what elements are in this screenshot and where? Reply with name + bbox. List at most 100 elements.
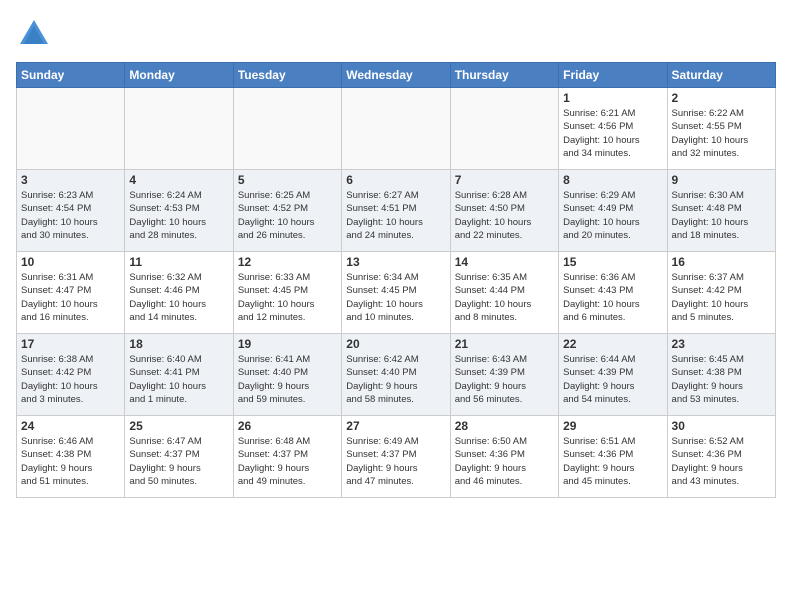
calendar-cell: 7 Sunrise: 6:28 AMSunset: 4:50 PMDaylight… bbox=[450, 170, 558, 252]
day-number: 4 bbox=[129, 173, 228, 187]
day-info: Sunrise: 6:28 AMSunset: 4:50 PMDaylight:… bbox=[455, 189, 554, 242]
day-number: 18 bbox=[129, 337, 228, 351]
day-info: Sunrise: 6:44 AMSunset: 4:39 PMDaylight:… bbox=[563, 353, 662, 406]
calendar-week-row: 10 Sunrise: 6:31 AMSunset: 4:47 PMDayligh… bbox=[17, 252, 776, 334]
calendar-cell: 5Sunrise: 6:25 AMSunset: 4:52 PMDaylight… bbox=[233, 170, 341, 252]
day-info: Sunrise: 6:50 AMSunset: 4:36 PMDaylight:… bbox=[455, 435, 554, 488]
calendar-cell: 16Sunrise: 6:37 AMSunset: 4:42 PMDayligh… bbox=[667, 252, 775, 334]
calendar-cell: 1Sunrise: 6:21 AMSunset: 4:56 PMDaylight… bbox=[559, 88, 667, 170]
calendar-cell: 23 Sunrise: 6:45 AMSunset: 4:38 PMDayligh… bbox=[667, 334, 775, 416]
calendar-cell: 20 Sunrise: 6:42 AMSunset: 4:40 PMDayligh… bbox=[342, 334, 450, 416]
day-info: Sunrise: 6:45 AMSunset: 4:38 PMDaylight:… bbox=[672, 353, 771, 406]
calendar-cell: 8Sunrise: 6:29 AMSunset: 4:49 PMDaylight… bbox=[559, 170, 667, 252]
day-info: Sunrise: 6:27 AMSunset: 4:51 PMDaylight:… bbox=[346, 189, 445, 242]
calendar-cell: 9Sunrise: 6:30 AMSunset: 4:48 PMDaylight… bbox=[667, 170, 775, 252]
day-number: 13 bbox=[346, 255, 445, 269]
column-header-sunday: Sunday bbox=[17, 63, 125, 88]
calendar-cell: 17 Sunrise: 6:38 AMSunset: 4:42 PMDayligh… bbox=[17, 334, 125, 416]
day-number: 15 bbox=[563, 255, 662, 269]
day-number: 12 bbox=[238, 255, 337, 269]
calendar-cell: 26 Sunrise: 6:48 AMSunset: 4:37 PMDayligh… bbox=[233, 416, 341, 498]
day-number: 10 bbox=[21, 255, 120, 269]
day-info: Sunrise: 6:34 AMSunset: 4:45 PMDaylight:… bbox=[346, 271, 445, 324]
day-info: Sunrise: 6:29 AMSunset: 4:49 PMDaylight:… bbox=[563, 189, 662, 242]
calendar-cell: 4 Sunrise: 6:24 AMSunset: 4:53 PMDaylight… bbox=[125, 170, 233, 252]
day-info: Sunrise: 6:48 AMSunset: 4:37 PMDaylight:… bbox=[238, 435, 337, 488]
calendar-table: SundayMondayTuesdayWednesdayThursdayFrid… bbox=[16, 62, 776, 498]
day-info: Sunrise: 6:40 AMSunset: 4:41 PMDaylight:… bbox=[129, 353, 228, 406]
day-number: 5 bbox=[238, 173, 337, 187]
page-container: SundayMondayTuesdayWednesdayThursdayFrid… bbox=[0, 0, 792, 508]
calendar-cell: 2 Sunrise: 6:22 AMSunset: 4:55 PMDaylight… bbox=[667, 88, 775, 170]
calendar-cell: 21 Sunrise: 6:43 AMSunset: 4:39 PMDayligh… bbox=[450, 334, 558, 416]
calendar-cell: 22Sunrise: 6:44 AMSunset: 4:39 PMDayligh… bbox=[559, 334, 667, 416]
day-info: Sunrise: 6:24 AMSunset: 4:53 PMDaylight:… bbox=[129, 189, 228, 242]
calendar-cell: 24 Sunrise: 6:46 AMSunset: 4:38 PMDayligh… bbox=[17, 416, 125, 498]
day-number: 7 bbox=[455, 173, 554, 187]
calendar-cell: 18 Sunrise: 6:40 AMSunset: 4:41 PMDayligh… bbox=[125, 334, 233, 416]
column-header-saturday: Saturday bbox=[667, 63, 775, 88]
column-header-friday: Friday bbox=[559, 63, 667, 88]
day-number: 2 bbox=[672, 91, 771, 105]
day-number: 23 bbox=[672, 337, 771, 351]
calendar-cell: 29 Sunrise: 6:51 AMSunset: 4:36 PMDayligh… bbox=[559, 416, 667, 498]
day-number: 30 bbox=[672, 419, 771, 433]
day-number: 25 bbox=[129, 419, 228, 433]
calendar-cell bbox=[17, 88, 125, 170]
calendar-week-row: 17 Sunrise: 6:38 AMSunset: 4:42 PMDayligh… bbox=[17, 334, 776, 416]
day-info: Sunrise: 6:31 AMSunset: 4:47 PMDaylight:… bbox=[21, 271, 120, 324]
calendar-week-row: 3Sunrise: 6:23 AMSunset: 4:54 PMDaylight… bbox=[17, 170, 776, 252]
day-number: 29 bbox=[563, 419, 662, 433]
day-number: 24 bbox=[21, 419, 120, 433]
column-header-tuesday: Tuesday bbox=[233, 63, 341, 88]
calendar-cell bbox=[125, 88, 233, 170]
day-info: Sunrise: 6:38 AMSunset: 4:42 PMDaylight:… bbox=[21, 353, 120, 406]
day-info: Sunrise: 6:46 AMSunset: 4:38 PMDaylight:… bbox=[21, 435, 120, 488]
day-info: Sunrise: 6:42 AMSunset: 4:40 PMDaylight:… bbox=[346, 353, 445, 406]
calendar-cell: 11 Sunrise: 6:32 AMSunset: 4:46 PMDayligh… bbox=[125, 252, 233, 334]
day-number: 20 bbox=[346, 337, 445, 351]
day-info: Sunrise: 6:36 AMSunset: 4:43 PMDaylight:… bbox=[563, 271, 662, 324]
calendar-cell: 15 Sunrise: 6:36 AMSunset: 4:43 PMDayligh… bbox=[559, 252, 667, 334]
calendar-cell: 30 Sunrise: 6:52 AMSunset: 4:36 PMDayligh… bbox=[667, 416, 775, 498]
column-header-wednesday: Wednesday bbox=[342, 63, 450, 88]
day-number: 11 bbox=[129, 255, 228, 269]
calendar-week-row: 1Sunrise: 6:21 AMSunset: 4:56 PMDaylight… bbox=[17, 88, 776, 170]
day-number: 21 bbox=[455, 337, 554, 351]
logo-icon bbox=[16, 16, 52, 52]
calendar-week-row: 24 Sunrise: 6:46 AMSunset: 4:38 PMDayligh… bbox=[17, 416, 776, 498]
calendar-cell: 19 Sunrise: 6:41 AMSunset: 4:40 PMDayligh… bbox=[233, 334, 341, 416]
day-info: Sunrise: 6:35 AMSunset: 4:44 PMDaylight:… bbox=[455, 271, 554, 324]
day-info: Sunrise: 6:43 AMSunset: 4:39 PMDaylight:… bbox=[455, 353, 554, 406]
column-header-monday: Monday bbox=[125, 63, 233, 88]
day-info: Sunrise: 6:47 AMSunset: 4:37 PMDaylight:… bbox=[129, 435, 228, 488]
day-number: 27 bbox=[346, 419, 445, 433]
calendar-cell: 3Sunrise: 6:23 AMSunset: 4:54 PMDaylight… bbox=[17, 170, 125, 252]
day-info: Sunrise: 6:49 AMSunset: 4:37 PMDaylight:… bbox=[346, 435, 445, 488]
calendar-cell: 14 Sunrise: 6:35 AMSunset: 4:44 PMDayligh… bbox=[450, 252, 558, 334]
day-info: Sunrise: 6:37 AMSunset: 4:42 PMDaylight:… bbox=[672, 271, 771, 324]
day-number: 3 bbox=[21, 173, 120, 187]
day-info: Sunrise: 6:52 AMSunset: 4:36 PMDaylight:… bbox=[672, 435, 771, 488]
calendar-cell bbox=[450, 88, 558, 170]
calendar-cell: 6 Sunrise: 6:27 AMSunset: 4:51 PMDaylight… bbox=[342, 170, 450, 252]
day-number: 14 bbox=[455, 255, 554, 269]
day-number: 17 bbox=[21, 337, 120, 351]
calendar-cell: 27 Sunrise: 6:49 AMSunset: 4:37 PMDayligh… bbox=[342, 416, 450, 498]
day-info: Sunrise: 6:32 AMSunset: 4:46 PMDaylight:… bbox=[129, 271, 228, 324]
calendar-cell bbox=[233, 88, 341, 170]
calendar-header-row: SundayMondayTuesdayWednesdayThursdayFrid… bbox=[17, 63, 776, 88]
day-number: 9 bbox=[672, 173, 771, 187]
day-info: Sunrise: 6:41 AMSunset: 4:40 PMDaylight:… bbox=[238, 353, 337, 406]
calendar-cell: 28Sunrise: 6:50 AMSunset: 4:36 PMDayligh… bbox=[450, 416, 558, 498]
day-number: 26 bbox=[238, 419, 337, 433]
day-info: Sunrise: 6:51 AMSunset: 4:36 PMDaylight:… bbox=[563, 435, 662, 488]
day-info: Sunrise: 6:21 AMSunset: 4:56 PMDaylight:… bbox=[563, 107, 662, 160]
calendar-cell: 10 Sunrise: 6:31 AMSunset: 4:47 PMDayligh… bbox=[17, 252, 125, 334]
day-info: Sunrise: 6:22 AMSunset: 4:55 PMDaylight:… bbox=[672, 107, 771, 160]
day-number: 6 bbox=[346, 173, 445, 187]
column-header-thursday: Thursday bbox=[450, 63, 558, 88]
day-number: 19 bbox=[238, 337, 337, 351]
calendar-cell: 12Sunrise: 6:33 AMSunset: 4:45 PMDayligh… bbox=[233, 252, 341, 334]
calendar-cell bbox=[342, 88, 450, 170]
